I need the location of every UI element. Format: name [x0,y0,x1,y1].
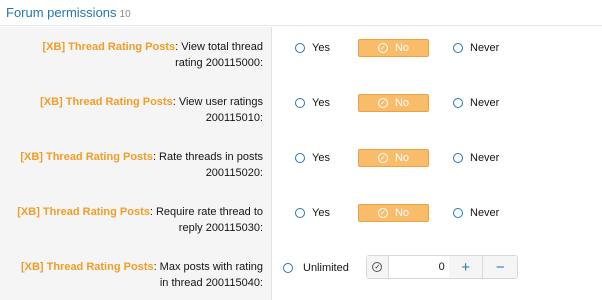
option-label: Yes [312,207,330,219]
option-yes[interactable]: Yes [295,94,330,112]
permission-text: : Require rate thread to [149,206,263,218]
option-yes[interactable]: Yes [295,39,330,57]
permission-text: : View total thread [175,41,263,53]
permission-row: [XB] Thread Rating Posts: Require rate t… [0,192,602,247]
permission-label-cell: [XB] Thread Rating Posts: Require rate t… [0,192,272,247]
permission-row: [XB] Thread Rating Posts: View user rati… [0,82,602,137]
permission-row: [XB] Thread Rating Posts: View total thr… [0,27,602,82]
radio-icon [453,153,463,163]
permission-text: : View user ratings [172,96,263,108]
option-label: Never [470,97,500,109]
permission-label-cell: [XB] Thread Rating Posts: Rate threads i… [0,137,272,192]
option-label: Never [470,152,500,164]
option-label: Yes [312,42,330,54]
section-count: 10 [119,9,131,20]
option-label: No [394,152,410,164]
permission-text-cont: in thread 200115040: [159,277,263,289]
option-unlimited[interactable]: Unlimited [283,259,349,277]
option-never[interactable]: Never [453,204,499,222]
addon-title: [XB] Thread Rating Posts [17,206,150,218]
permission-text-cont: reply 200115030: [178,222,263,234]
permission-row: [XB] Thread Rating Posts: Rate threads i… [0,137,602,192]
option-never[interactable]: Never [453,149,499,167]
option-no-selected[interactable]: ✓ No [358,149,429,167]
permission-label-cell: [XB] Thread Rating Posts: View total thr… [0,27,272,82]
stepper-value-input[interactable] [388,256,449,278]
max-posts-stepper: ✓ + − [366,255,518,279]
radio-icon [295,208,305,218]
permission-label: [XB] Thread Rating Posts: Require rate t… [1,204,263,236]
option-no-selected[interactable]: ✓ No [358,204,429,222]
permission-text-cont: 200115020: [205,167,263,179]
permission-text: : Max posts with rating [153,261,263,273]
option-label: No [394,42,410,54]
permission-label-cell: [XB] Thread Rating Posts: Max posts with… [0,247,272,300]
option-no-selected[interactable]: ✓ No [358,94,429,112]
radio-icon [453,208,463,218]
radio-icon [283,263,293,273]
option-label: Yes [312,152,330,164]
permission-label: [XB] Thread Rating Posts: View user rati… [1,94,263,126]
decrement-button[interactable]: − [482,256,518,278]
radio-icon [295,43,305,53]
permission-row: [XB] Thread Rating Posts: Max posts with… [0,247,602,300]
option-yes[interactable]: Yes [295,204,330,222]
check-circle-icon: ✓ [372,262,383,272]
option-label: No [394,207,410,219]
radio-icon [453,43,463,53]
addon-title: [XB] Thread Rating Posts [40,96,173,108]
radio-icon [453,98,463,108]
permission-text-cont: 200115010: [205,112,263,124]
check-circle-icon: ✓ [377,153,388,163]
option-label: Never [470,207,500,219]
option-label: Never [470,42,500,54]
stepper-toggle[interactable]: ✓ [367,256,389,278]
section-title: Forum permissions 10 [6,5,131,20]
permission-text-cont: rating 200115000: [175,57,263,69]
addon-title: [XB] Thread Rating Posts [20,261,154,273]
permission-label-cell: [XB] Thread Rating Posts: View user rati… [0,82,272,137]
permission-label: [XB] Thread Rating Posts: View total thr… [1,39,263,71]
section-title-text: Forum permissions [6,5,117,20]
option-yes[interactable]: Yes [295,149,330,167]
option-label: No [394,97,410,109]
option-never[interactable]: Never [453,39,499,57]
check-circle-icon: ✓ [377,43,388,53]
permission-text: : Rate threads in posts [152,151,263,163]
option-label: Yes [312,97,330,109]
radio-icon [295,153,305,163]
option-never[interactable]: Never [453,94,499,112]
option-no-selected[interactable]: ✓ No [358,39,429,57]
addon-title: [XB] Thread Rating Posts [42,41,176,53]
permission-label: [XB] Thread Rating Posts: Max posts with… [1,259,263,291]
section-header: Forum permissions 10 [0,0,602,26]
check-circle-icon: ✓ [377,98,388,108]
check-circle-icon: ✓ [377,208,388,218]
option-label: Unlimited [303,262,349,274]
increment-button[interactable]: + [448,256,483,278]
radio-icon [295,98,305,108]
permission-label: [XB] Thread Rating Posts: Rate threads i… [1,149,263,181]
addon-title: [XB] Thread Rating Posts [20,151,153,163]
